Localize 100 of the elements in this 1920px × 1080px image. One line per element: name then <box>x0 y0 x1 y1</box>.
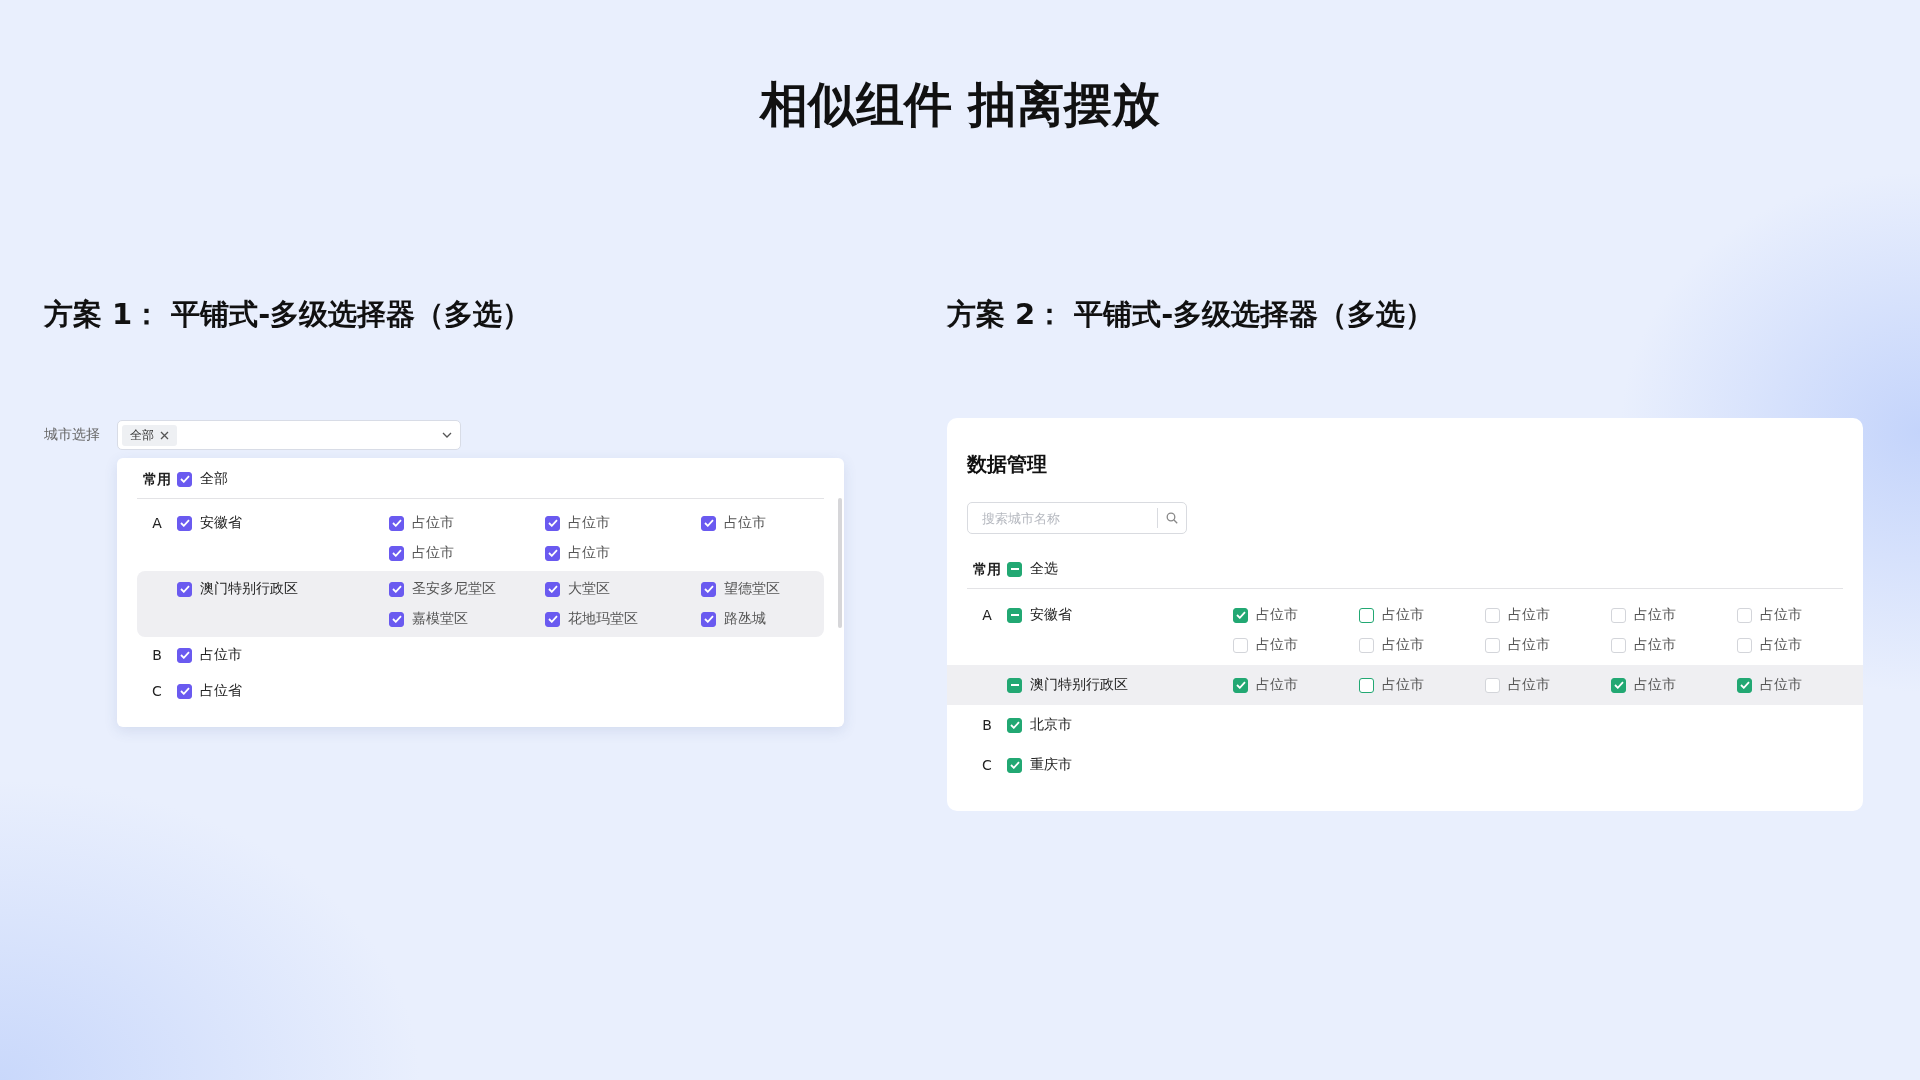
option-label: 占位市 <box>1508 636 1550 654</box>
checkbox[interactable] <box>545 581 560 597</box>
option-label: 占位市 <box>568 514 610 532</box>
page-title: 相似组件 抽离摆放 <box>758 75 1162 134</box>
option-label: 花地玛堂区 <box>568 610 638 628</box>
check-icon <box>547 585 558 593</box>
check-icon <box>547 549 558 557</box>
checkbox[interactable] <box>389 581 404 597</box>
check-icon <box>1235 611 1246 619</box>
index-letter: A <box>151 514 163 533</box>
checkbox[interactable] <box>177 647 192 663</box>
checkbox[interactable] <box>545 515 560 531</box>
check-icon <box>179 519 190 527</box>
option-label: 占位市 <box>1634 636 1676 654</box>
option-label: 占位市 <box>412 544 454 562</box>
check-icon <box>703 519 714 527</box>
option-label: 占位市 <box>1634 606 1676 624</box>
option-label: 北京市 <box>1030 716 1072 734</box>
option-label: 占位省 <box>200 682 242 700</box>
option-label: 占位市 <box>1256 676 1298 694</box>
checkbox[interactable] <box>1007 561 1022 577</box>
checkbox[interactable] <box>1007 717 1022 733</box>
section-heading: 方案 1： 平铺式-多级选择器（多选） <box>44 296 533 333</box>
chevron-down-icon <box>442 432 452 438</box>
index-letter: C <box>151 682 163 701</box>
close-icon[interactable] <box>160 430 169 440</box>
index-letter: B <box>981 716 993 735</box>
check-icon <box>703 585 714 593</box>
checkbox[interactable] <box>1611 677 1626 693</box>
group-label: 常用 <box>972 560 1002 579</box>
option-label: 占位市 <box>568 544 610 562</box>
checkbox[interactable] <box>1233 607 1248 623</box>
check-icon <box>1613 681 1624 689</box>
option-label: 占位市 <box>1760 606 1802 624</box>
option-label: 占位市 <box>724 514 766 532</box>
checkbox[interactable] <box>389 545 404 561</box>
option-label: 占位市 <box>1760 676 1802 694</box>
checkbox[interactable] <box>545 545 560 561</box>
checkbox[interactable] <box>389 611 404 627</box>
option-label: 安徽省 <box>1030 606 1072 624</box>
checkbox[interactable] <box>1359 607 1374 623</box>
option-label: 占位市 <box>1256 636 1298 654</box>
option-label: 嘉模堂区 <box>412 610 468 628</box>
option-label: 重庆市 <box>1030 756 1072 774</box>
select-field[interactable]: 全部 <box>117 420 461 450</box>
option-label: 全部 <box>200 470 228 488</box>
checkbox[interactable] <box>177 581 192 597</box>
search-icon[interactable] <box>1166 512 1178 524</box>
option-label: 占位市 <box>200 646 242 664</box>
check-icon <box>1739 681 1750 689</box>
option-label: 占位市 <box>1256 606 1298 624</box>
scrollbar[interactable] <box>838 498 842 628</box>
option-label: 占位市 <box>1382 676 1424 694</box>
option-label: 占位市 <box>412 514 454 532</box>
checkbox[interactable] <box>389 515 404 531</box>
checkbox[interactable] <box>177 471 192 487</box>
check-icon <box>703 615 714 623</box>
check-icon <box>547 615 558 623</box>
search-field[interactable]: 搜索城市名称 <box>967 502 1187 534</box>
option-label: 占位市 <box>1634 676 1676 694</box>
option-label: 安徽省 <box>200 514 242 532</box>
check-icon <box>1235 681 1246 689</box>
tag-label: 全部 <box>130 426 154 444</box>
option-label: 大堂区 <box>568 580 610 598</box>
option-label: 占位市 <box>1382 606 1424 624</box>
option-label: 圣安多尼堂区 <box>412 580 496 598</box>
check-icon <box>179 687 190 695</box>
option-label: 全选 <box>1030 560 1058 578</box>
check-icon <box>391 585 402 593</box>
checkbox[interactable] <box>1233 677 1248 693</box>
index-letter: B <box>151 646 163 665</box>
group-label: 常用 <box>142 470 172 489</box>
checkbox[interactable] <box>1007 607 1022 623</box>
option-label: 占位市 <box>1382 636 1424 654</box>
card-title: 数据管理 <box>967 451 1048 478</box>
check-icon <box>179 475 190 483</box>
checkbox[interactable] <box>1359 677 1374 693</box>
option-label: 路氹城 <box>724 610 766 628</box>
section-heading: 方案 2： 平铺式-多级选择器（多选） <box>947 296 1436 333</box>
check-icon <box>391 615 402 623</box>
option-label: 占位市 <box>1508 676 1550 694</box>
checkbox[interactable] <box>1007 757 1022 773</box>
check-icon <box>547 519 558 527</box>
checkbox[interactable] <box>1737 677 1752 693</box>
option-label: 占位市 <box>1760 636 1802 654</box>
check-icon <box>391 549 402 557</box>
checkbox[interactable] <box>545 611 560 627</box>
option-label: 澳门特别行政区 <box>1030 676 1128 694</box>
checkbox[interactable] <box>177 515 192 531</box>
option-label: 望德堂区 <box>724 580 780 598</box>
checkbox[interactable] <box>1007 677 1022 693</box>
checkbox[interactable] <box>177 683 192 699</box>
checkbox[interactable] <box>701 611 716 627</box>
option-label: 占位市 <box>1508 606 1550 624</box>
check-icon <box>179 585 190 593</box>
field-label: 城市选择 <box>44 426 101 444</box>
option-label: 澳门特别行政区 <box>200 580 298 598</box>
checkbox[interactable] <box>701 581 716 597</box>
checkbox[interactable] <box>701 515 716 531</box>
check-icon <box>179 651 190 659</box>
